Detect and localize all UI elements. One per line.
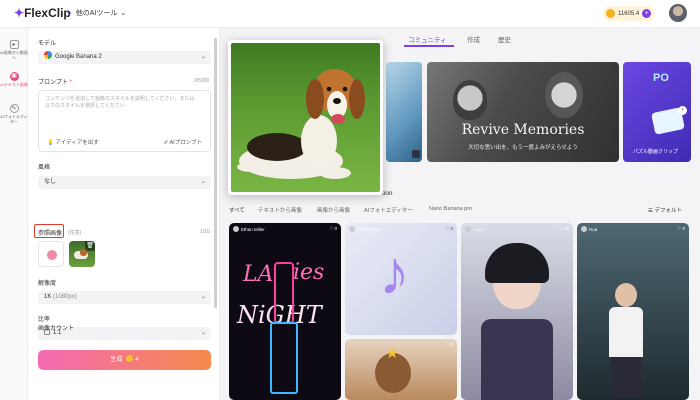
neon-lipstick-art: LA ies NiGHT	[236, 260, 324, 394]
image-count-label: 画像カウント	[38, 326, 75, 332]
video-icon: ▸	[9, 40, 19, 49]
prompt-label: プロンプト *	[38, 80, 72, 86]
panel-scrollbar[interactable]	[214, 38, 217, 308]
filter-ai-photo-editor[interactable]: AIフォトエディター	[364, 206, 413, 214]
author-avatar	[465, 226, 471, 232]
gallery-card[interactable]: Hua ♡ 0	[577, 223, 689, 400]
active-tab-indicator	[404, 45, 454, 47]
nav-photo-editor[interactable]: ✎ AIフォトエディター	[0, 104, 28, 124]
banner-puzzle[interactable]: PO パズル動画クリップ ›	[623, 62, 691, 162]
ai-pen-icon: ✐	[163, 140, 169, 146]
reference-count: 1/10	[200, 229, 210, 235]
add-credits-icon[interactable]: +	[642, 9, 652, 18]
chevron-down-icon: ⌄	[200, 179, 206, 185]
banner-title: Revive Memories	[461, 122, 585, 138]
chevron-down-icon: ⌄	[200, 294, 206, 300]
gallery-card[interactable]: Ethan Miller ♡ 0 LA ies NiGHT	[229, 223, 341, 400]
main-content: コミュニティ 作成 歴史 Revive Memories 大切な思い出を、もう一…	[220, 28, 700, 400]
gallery-card[interactable]: Ethan Miller ♡ 0 ♪	[345, 223, 457, 335]
ratio-label: 比率	[38, 317, 51, 323]
resolution-label: 解像度	[38, 281, 57, 287]
photo-edit-icon: ✎	[9, 104, 19, 113]
model-label: モデル	[38, 41, 57, 47]
chevron-right-icon[interactable]: ›	[678, 106, 687, 115]
sparkle-icon: ✧	[66, 8, 73, 18]
gallery-card[interactable]: Joyce ♡ 1k	[461, 223, 573, 400]
chevron-down-icon: ⌄	[120, 10, 127, 17]
upload-icon	[47, 250, 57, 260]
sort-default-dropdown[interactable]: ☰ デフォルト	[648, 206, 682, 214]
model-select[interactable]: Google Banana 2 ⌄	[38, 51, 211, 64]
prompt-placeholder: コンテンツを追加して画像のスタイルを説明してください。または以下のスタイルを選択…	[45, 96, 195, 109]
author-avatar	[581, 226, 587, 232]
ai-prompt-button[interactable]: ✐ AIプロンプト	[164, 138, 202, 146]
sort-icon: ☰	[648, 208, 653, 214]
credits-badge[interactable]: 11605.4 +	[603, 6, 656, 21]
svg-text:NiGHT: NiGHT	[236, 301, 324, 329]
flexclip-logo[interactable]: ✦FlexClip	[14, 6, 71, 20]
tab-history[interactable]: 歴史	[498, 34, 511, 44]
star-icon: ★	[385, 345, 400, 362]
music-note-icon: ♪	[379, 239, 410, 308]
resolution-select[interactable]: 1K (1080px) ⌄	[38, 291, 211, 304]
banner-water[interactable]	[386, 62, 422, 162]
banner-revive-memories[interactable]: Revive Memories 大切な思い出を、もう一度よみがえらせよう	[427, 62, 619, 162]
settings-panel: モデル Google Banana 2 ⌄ プロンプト * 0/5000 コンテ…	[28, 28, 220, 400]
reference-optional-text: (任意)	[68, 230, 82, 236]
idea-button[interactable]: 💡 アイディアを出す	[47, 138, 99, 146]
trash-icon[interactable]: 🗑	[85, 241, 95, 251]
coin-icon	[126, 355, 134, 362]
user-avatar[interactable]	[669, 4, 687, 22]
chevron-down-icon: ⌄	[200, 54, 206, 60]
tab-community[interactable]: コミュニティ	[408, 34, 447, 44]
filter-all[interactable]: すべて	[229, 206, 245, 214]
prompt-textarea[interactable]: コンテンツを追加して画像のスタイルを説明してください。または以下のスタイルを選択…	[38, 90, 211, 152]
gallery-card[interactable]: ♡ 0 ★	[345, 339, 457, 400]
ai-tools-dropdown[interactable]: ✧ 他のAIツール ⌄	[66, 8, 126, 18]
prompt-char-count: 0/5000	[194, 78, 210, 84]
upload-reference-button[interactable]	[38, 241, 64, 267]
filter-image-to-image[interactable]: 画像から画像	[317, 206, 350, 214]
author-avatar	[349, 226, 355, 232]
image-preview-popup[interactable]	[228, 40, 383, 195]
svg-text:ies: ies	[293, 260, 324, 285]
svg-text:LA: LA	[242, 262, 274, 287]
beagle-preview-image	[231, 43, 380, 192]
generate-button[interactable]: 生成 4	[38, 350, 211, 370]
nav-text-to-image[interactable]: ▣ AIテキスト画像	[0, 72, 28, 87]
coin-icon	[606, 9, 615, 18]
chevron-down-icon: ⌄	[200, 330, 206, 336]
filter-text-to-image[interactable]: テキストから画像	[258, 206, 302, 214]
image-icon: ▣	[9, 72, 19, 81]
style-select[interactable]: なし ⌄	[38, 176, 211, 189]
google-icon	[44, 51, 52, 59]
section-header: tion	[382, 190, 393, 197]
tab-create[interactable]: 作成	[467, 34, 480, 44]
filter-nano-banana-pro[interactable]: Nano Banana pro	[429, 206, 472, 212]
banner-subtitle: 大切な思い出を、もう一度よみがえらせよう	[468, 145, 578, 151]
left-nav: ▸ AI画像から動画へ ▣ AIテキスト画像 ✎ AIフォトエディター	[0, 28, 28, 400]
bulb-icon: 💡	[47, 140, 54, 146]
nav-image-to-video[interactable]: ▸ AI画像から動画へ	[0, 40, 28, 60]
top-bar: ✦FlexClip ✧ 他のAIツール ⌄ 11605.4 +	[0, 0, 700, 28]
style-label: 風格	[38, 165, 51, 171]
reference-image-label: 参照画像	[38, 231, 63, 237]
